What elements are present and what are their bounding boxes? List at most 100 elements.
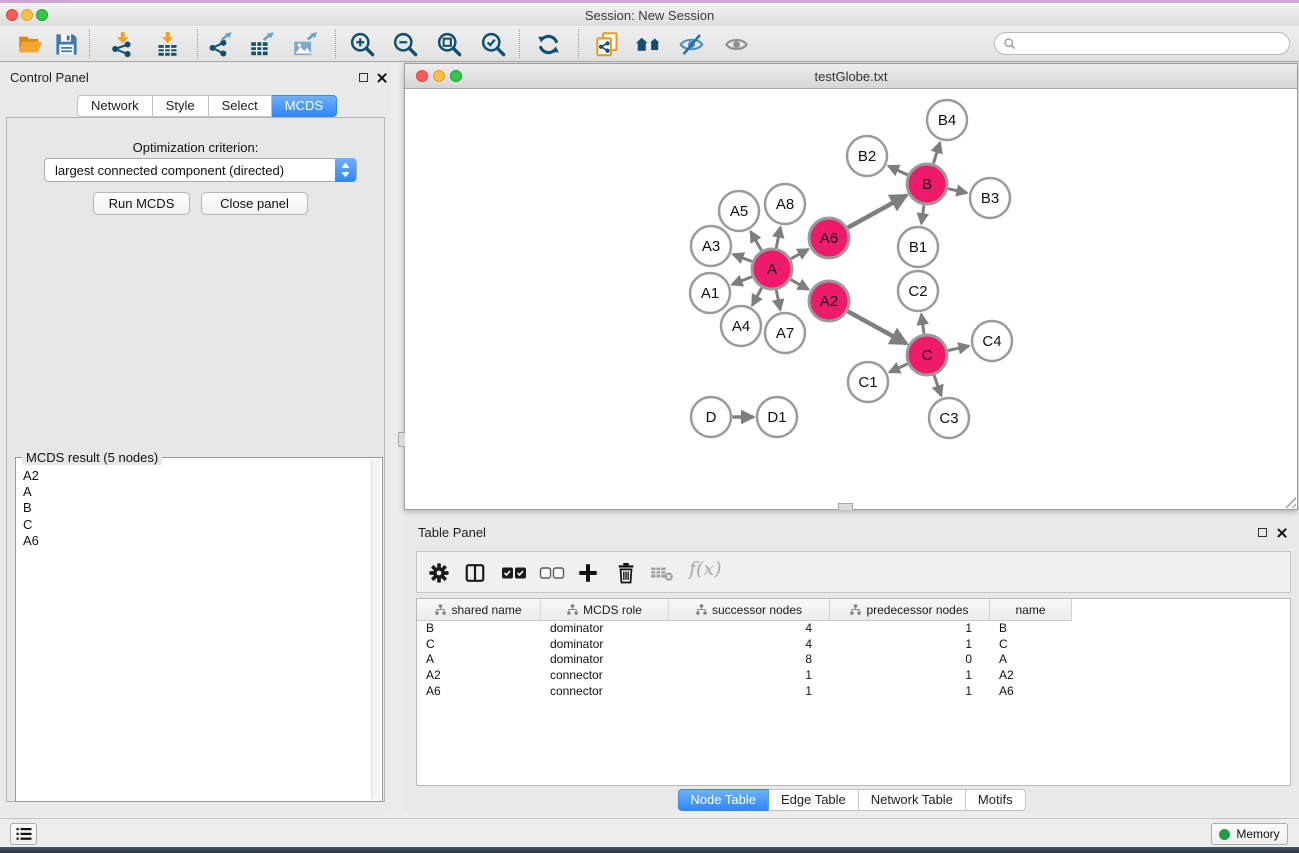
graph-edge-B-B4[interactable] <box>933 142 940 163</box>
cell-shared-name[interactable]: A <box>417 652 541 668</box>
graph-node-C3[interactable]: C3 <box>929 398 969 438</box>
graph-node-A8[interactable]: A8 <box>765 184 805 224</box>
cell-name[interactable]: A2 <box>990 668 1072 684</box>
cell-shared-name[interactable]: A6 <box>417 684 541 700</box>
graph-node-B4[interactable]: B4 <box>927 100 967 140</box>
cell-name[interactable]: A6 <box>990 684 1072 700</box>
cell-predecessor-nodes[interactable]: 1 <box>830 684 990 700</box>
cell-predecessor-nodes[interactable]: 1 <box>830 621 990 637</box>
function-builder-button[interactable]: f(x) <box>689 558 722 580</box>
search-input[interactable] <box>1021 34 1283 53</box>
result-item-a[interactable]: A <box>18 484 370 500</box>
tab-mcds[interactable]: MCDS <box>272 95 337 117</box>
canvas-side-grip[interactable] <box>398 432 405 447</box>
table-row-b[interactable]: Bdominator41B <box>417 621 1290 637</box>
graph-edge-A2-C[interactable] <box>848 311 907 343</box>
graph-edge-B-B3[interactable] <box>948 189 967 193</box>
select-all-button[interactable] <box>498 558 530 588</box>
graph-node-B2[interactable]: B2 <box>847 136 887 176</box>
graph-node-B1[interactable]: B1 <box>898 227 938 267</box>
graph-node-A7[interactable]: A7 <box>765 313 805 353</box>
run-mcds-button[interactable]: Run MCDS <box>93 192 190 215</box>
memory-button[interactable]: Memory <box>1211 823 1288 845</box>
criterion-select[interactable]: largest connected component (directed) <box>44 158 357 182</box>
cell-name[interactable]: C <box>990 637 1072 653</box>
tab-select[interactable]: Select <box>209 95 272 117</box>
graph-node-A1[interactable]: A1 <box>690 273 730 313</box>
tab-edge-table[interactable]: Edge Table <box>769 789 859 811</box>
cell-shared-name[interactable]: A2 <box>417 668 541 684</box>
graph-node-A6[interactable]: A6 <box>809 218 849 258</box>
graph-edge-C-C2[interactable] <box>921 314 924 333</box>
result-item-a6[interactable]: A6 <box>18 533 370 549</box>
graph-edge-A-A5[interactable] <box>751 231 762 250</box>
new-network-from-selection-button[interactable] <box>590 29 624 59</box>
delete-table-button[interactable] <box>646 558 678 588</box>
network-canvas[interactable]: B4B2BB3A5A8A6B1A3AC2A1A2A4A7C4CC1C3DD1 <box>405 89 1297 509</box>
import-table-button[interactable] <box>150 29 184 59</box>
graph-node-A[interactable]: A <box>752 249 792 289</box>
export-image-button[interactable] <box>288 29 322 59</box>
graph-edge-A-A3[interactable] <box>733 254 752 261</box>
graph-edge-B-B2[interactable] <box>888 166 907 175</box>
graph-edge-C-C3[interactable] <box>934 375 941 396</box>
column-header-shared-name[interactable]: shared name <box>417 599 541 621</box>
close-panel-button[interactable]: Close panel <box>201 192 308 215</box>
column-header-name[interactable]: name <box>990 599 1072 621</box>
table-row-a2[interactable]: A2connector11A2 <box>417 668 1290 684</box>
graph-edge-C-C1[interactable] <box>889 364 907 372</box>
tab-node-table[interactable]: Node Table <box>677 789 769 811</box>
close-panel-icon[interactable] <box>376 72 387 83</box>
graph-edge-A-A1[interactable] <box>732 277 752 285</box>
graph-edge-B-B1[interactable] <box>921 205 924 223</box>
network-window-titlebar[interactable]: testGlobe.txt <box>405 64 1297 89</box>
graph-node-C4[interactable]: C4 <box>972 321 1012 361</box>
graph-node-A2[interactable]: A2 <box>809 281 849 321</box>
graph-node-A5[interactable]: A5 <box>719 191 759 231</box>
table-close-panel-icon[interactable] <box>1276 527 1287 538</box>
open-session-button[interactable] <box>13 29 47 59</box>
zoom-in-button[interactable] <box>345 29 379 59</box>
graph-edge-A-A6[interactable] <box>791 249 808 259</box>
cell-successor-nodes[interactable]: 8 <box>669 652 830 668</box>
result-item-c[interactable]: C <box>18 517 370 533</box>
cell-MCDS-role[interactable]: dominator <box>541 621 669 637</box>
graph-node-B[interactable]: B <box>907 164 947 204</box>
hide-selected-button[interactable] <box>674 29 708 59</box>
graph-node-A3[interactable]: A3 <box>691 226 731 266</box>
canvas-bottom-grip[interactable] <box>838 503 853 510</box>
table-row-c[interactable]: Cdominator41C <box>417 637 1290 653</box>
search-field[interactable] <box>994 32 1290 55</box>
graph-edge-A-A7[interactable] <box>776 290 780 310</box>
graph-edge-C-C4[interactable] <box>948 346 969 351</box>
save-session-button[interactable] <box>49 29 83 59</box>
cell-successor-nodes[interactable]: 1 <box>669 684 830 700</box>
export-network-button[interactable] <box>203 29 237 59</box>
table-float-panel-icon[interactable] <box>1258 528 1267 537</box>
cell-MCDS-role[interactable]: dominator <box>541 652 669 668</box>
show-task-history-button[interactable] <box>10 823 37 845</box>
cell-name[interactable]: B <box>990 621 1072 637</box>
cell-MCDS-role[interactable]: connector <box>541 684 669 700</box>
cell-predecessor-nodes[interactable]: 1 <box>830 668 990 684</box>
graph-node-D1[interactable]: D1 <box>757 397 797 437</box>
cell-name[interactable]: A <box>990 652 1072 668</box>
graph-node-C[interactable]: C <box>907 335 947 375</box>
column-header-MCDS-role[interactable]: MCDS role <box>541 599 669 621</box>
cell-shared-name[interactable]: C <box>417 637 541 653</box>
zoom-selected-button[interactable] <box>476 29 510 59</box>
zoom-out-button[interactable] <box>388 29 422 59</box>
cell-MCDS-role[interactable]: connector <box>541 668 669 684</box>
table-row-a[interactable]: Adominator80A <box>417 652 1290 668</box>
graph-node-D[interactable]: D <box>691 397 731 437</box>
zoom-fit-button[interactable] <box>432 29 466 59</box>
result-scrollbar[interactable] <box>371 460 380 799</box>
cell-successor-nodes[interactable]: 1 <box>669 668 830 684</box>
network-graph[interactable]: B4B2BB3A5A8A6B1A3AC2A1A2A4A7C4CC1C3DD1 <box>405 89 1297 509</box>
cell-predecessor-nodes[interactable]: 1 <box>830 637 990 653</box>
import-network-button[interactable] <box>105 29 139 59</box>
create-column-button[interactable] <box>572 558 604 588</box>
result-item-a2[interactable]: A2 <box>18 468 370 484</box>
graph-edge-A-A4[interactable] <box>752 288 762 305</box>
cell-successor-nodes[interactable]: 4 <box>669 637 830 653</box>
